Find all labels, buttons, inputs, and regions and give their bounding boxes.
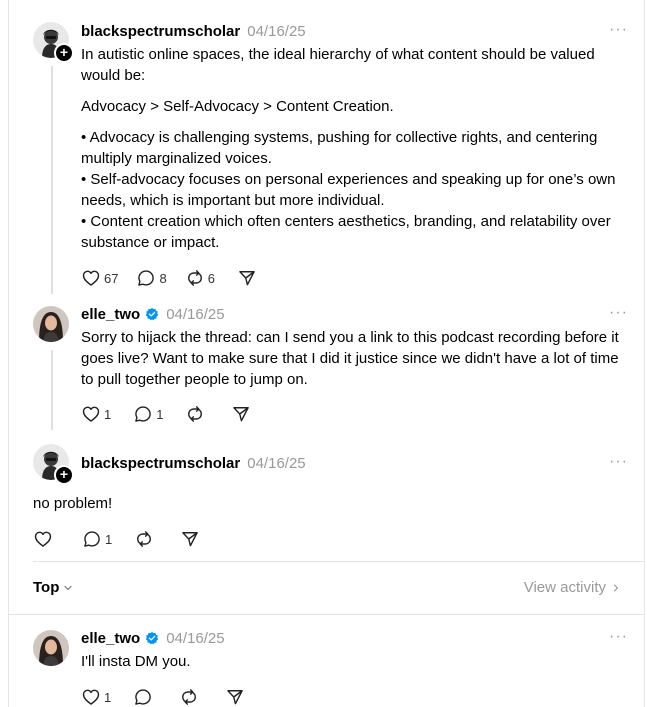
share-icon [182,532,199,547]
like-count: 1 [104,689,112,705]
reply-button[interactable]: 8 [136,268,167,288]
share-button[interactable] [180,529,200,549]
post-actions: 67 8 6 [81,268,257,288]
post-header: elle_two 04/16/25 [81,304,225,324]
thread-container: + blackspectrumscholar 04/16/25 ··· In a… [8,0,645,707]
verified-badge-icon [145,307,159,321]
repost-icon [137,531,152,547]
thread-line [51,66,53,294]
more-icon[interactable]: ··· [609,21,628,39]
post-actions: 1 1 [81,404,251,424]
heart-icon [82,270,100,286]
more-icon[interactable]: ··· [609,453,628,471]
like-button[interactable]: 1 [81,404,111,424]
like-count: 1 [104,406,112,422]
avatar[interactable] [33,630,69,666]
post-paragraph: • Advocacy is challenging systems, pushi… [81,129,616,251]
more-icon[interactable]: ··· [609,304,628,322]
repost-button[interactable] [179,687,199,707]
replies-sort-bar: Top View activity [9,562,644,614]
repost-count: 6 [207,270,215,286]
follow-plus-icon[interactable]: + [54,43,74,63]
avatar-image-portrait [33,306,69,342]
post-date[interactable]: 04/16/25 [247,23,305,40]
post-text: Sorry to hijack the thread: can I send y… [81,329,619,388]
comment-icon [135,406,152,422]
comment-icon [138,270,155,286]
share-button[interactable] [225,687,245,707]
reply-count: 8 [159,270,167,286]
heart-icon [34,531,52,547]
reply-button[interactable] [133,687,153,707]
like-button[interactable]: 67 [81,268,118,288]
post-header: elle_two 04/16/25 [81,628,225,648]
post-text: no problem! [33,495,113,512]
share-icon [227,690,244,705]
post-header: blackspectrumscholar 04/16/25 [81,21,306,41]
reply-count: 1 [156,406,164,422]
avatar[interactable]: + [33,22,74,63]
like-button[interactable]: 1 [81,687,111,707]
chevron-down-icon [64,585,72,590]
verified-badge-icon [145,631,159,645]
username[interactable]: blackspectrumscholar [81,455,240,472]
repost-button[interactable] [185,404,205,424]
repost-button[interactable] [134,529,154,549]
avatar-image-portrait [33,630,69,666]
reply-button[interactable]: 1 [133,404,163,424]
post-header: blackspectrumscholar 04/16/25 [81,453,306,473]
view-activity-label: View activity [523,579,606,596]
repost-icon [187,270,202,286]
avatar[interactable] [33,306,69,342]
more-icon[interactable]: ··· [609,628,628,646]
like-button[interactable] [33,529,56,549]
sort-dropdown[interactable]: Top [33,579,74,596]
thread-line [51,350,53,430]
username[interactable]: elle_two [81,306,140,323]
like-count: 67 [104,270,119,286]
chevron-right-icon [613,583,619,592]
repost-icon [188,406,203,422]
comment-icon [135,689,152,705]
username[interactable]: elle_two [81,630,140,647]
post-paragraph: Advocacy > Self-Advocacy > Content Creat… [81,98,394,115]
heart-icon [82,689,100,705]
heart-icon [82,406,100,422]
post-date[interactable]: 04/16/25 [166,630,224,647]
username[interactable]: blackspectrumscholar [81,23,240,40]
sort-label: Top [33,579,60,596]
post-text: In autistic online spaces, the ideal hie… [81,44,629,253]
post-actions: 1 [81,687,245,707]
share-icon [233,407,250,422]
post-date[interactable]: 04/16/25 [247,455,305,472]
post-text: I'll insta DM you. [81,653,191,670]
reply-count: 1 [105,531,113,547]
avatar[interactable]: + [33,444,74,485]
post-date[interactable]: 04/16/25 [166,306,224,323]
view-activity-link[interactable]: View activity [524,579,622,596]
repost-icon [182,689,197,705]
post-paragraph: In autistic online spaces, the ideal hie… [81,46,595,84]
divider [9,614,644,615]
follow-plus-icon[interactable]: + [54,465,74,485]
share-button[interactable] [237,268,257,288]
post-actions: 1 [33,529,200,549]
share-icon [239,271,255,286]
reply-button[interactable]: 1 [82,529,112,549]
comment-icon [84,531,100,547]
repost-button[interactable]: 6 [185,268,215,288]
share-button[interactable] [231,404,251,424]
